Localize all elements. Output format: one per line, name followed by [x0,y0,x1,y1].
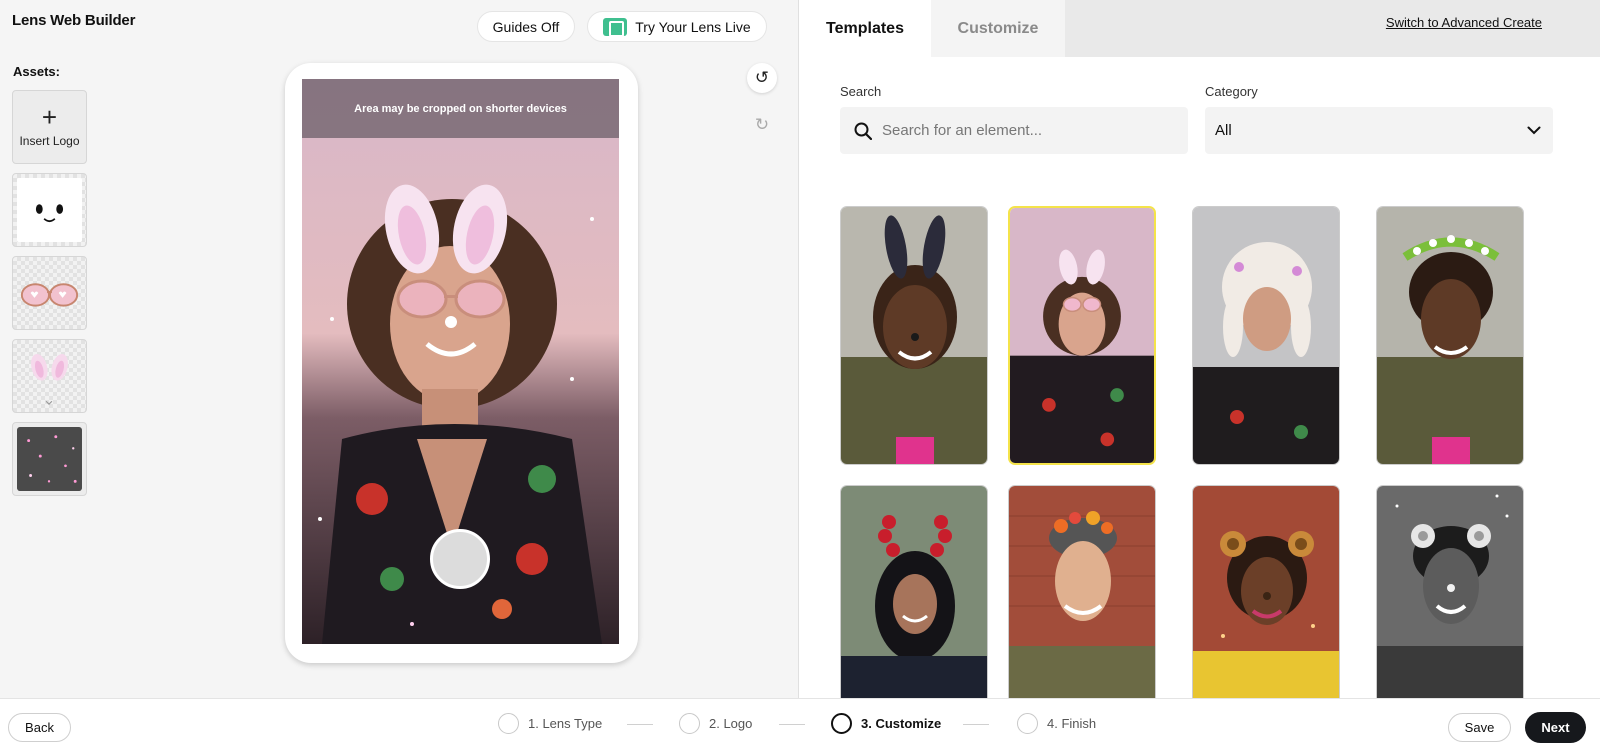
search-label: Search [840,84,882,99]
template-white-wig[interactable] [1192,206,1340,465]
template-thumbnail [1377,486,1523,699]
undo-button[interactable]: ↺ [747,63,777,93]
asset-sparkles[interactable] [12,422,87,496]
template-dark-bunny-ears[interactable] [840,206,988,465]
tab-customize-label: Customize [957,19,1039,37]
try-lens-live-label: Try Your Lens Live [635,18,751,35]
phone-preview: Area may be cropped on shorter devices [285,63,638,663]
wizard-footer: Back 1. Lens Type 2. Logo 3. Customize 4… [0,698,1600,748]
lens-preview-screen[interactable]: Area may be cropped on shorter devices [302,79,619,644]
tab-templates[interactable]: Templates [799,0,931,57]
step-indicator [1017,713,1038,734]
step-connector [627,724,653,725]
category-label: Category [1205,84,1258,99]
guides-toggle-label: Guides Off [492,18,560,35]
save-button[interactable]: Save [1448,713,1511,742]
heart-glasses-image [20,283,79,307]
template-thumbnail [841,207,987,464]
chevron-down-icon [1527,126,1541,135]
advanced-create-link[interactable]: Switch to Advanced Create [1386,15,1542,30]
template-orange-flower-crown[interactable] [1008,485,1156,700]
asset-heart-glasses[interactable] [12,256,87,330]
step-connector [779,724,805,725]
panel-tabs: Templates Customize Switch to Advanced C… [799,0,1600,57]
assets-list: + Insert Logo [12,90,87,505]
template-thumbnail [1009,486,1155,699]
template-thumbnail [1193,207,1339,464]
template-panel: Templates Customize Switch to Advanced C… [799,0,1600,700]
face-sticker-image [17,178,82,243]
template-thumbnail [1377,207,1523,464]
sparkles-image [17,427,82,492]
bunny-ears-image [31,354,68,405]
template-bw-bear-ears[interactable] [1376,485,1524,700]
redo-button[interactable]: ↻ [747,110,777,140]
category-value: All [1215,122,1232,139]
template-flower-crown[interactable] [1376,206,1524,465]
next-button[interactable]: Next [1525,712,1586,743]
template-pink-bunny-heart-glasses[interactable] [1008,206,1156,465]
search-field [840,107,1188,154]
undo-icon: ↺ [754,68,770,87]
asset-bunny-ears[interactable] [12,339,87,413]
template-thumbnail [1010,208,1154,463]
template-thumbnail [1193,486,1339,699]
step-label: 3. Customize [861,716,942,731]
plus-icon: + [41,102,58,132]
crop-notice-banner: Area may be cropped on shorter devices [302,79,619,138]
back-button[interactable]: Back [8,713,71,742]
phone-qr-icon [603,17,628,37]
insert-logo-button[interactable]: + Insert Logo [12,90,87,164]
tab-customize[interactable]: Customize [931,0,1065,57]
capture-button[interactable] [430,529,490,589]
search-icon [854,122,872,140]
step-indicator [831,713,852,734]
step-label: 1. Lens Type [528,716,603,731]
template-leopard-ears[interactable] [1192,485,1340,700]
step-customize[interactable]: 3. Customize [831,713,941,734]
template-thumbnail [841,486,987,699]
assets-label: Assets: [13,64,60,79]
guides-toggle-button[interactable]: Guides Off [477,11,575,42]
step-finish[interactable]: 4. Finish [1017,713,1096,734]
step-connector [963,724,989,725]
step-indicator [498,713,519,734]
step-logo[interactable]: 2. Logo [679,713,752,734]
app-title: Lens Web Builder [12,12,136,29]
asset-face-sticker[interactable] [12,173,87,247]
insert-logo-label: Insert Logo [19,134,80,148]
step-label: 2. Logo [709,716,753,731]
step-label: 4. Finish [1047,716,1097,731]
step-indicator [679,713,700,734]
template-red-rose-ears[interactable] [840,485,988,700]
redo-icon: ↻ [754,115,770,134]
search-input[interactable] [882,122,1172,139]
step-lens-type[interactable]: 1. Lens Type [498,713,602,734]
editor-area: Lens Web Builder Assets: + Insert Logo G… [0,0,798,698]
try-lens-live-button[interactable]: Try Your Lens Live [587,11,767,42]
category-select[interactable]: All [1205,107,1553,154]
tab-templates-label: Templates [826,19,904,37]
crop-notice-text: Area may be cropped on shorter devices [354,102,567,115]
